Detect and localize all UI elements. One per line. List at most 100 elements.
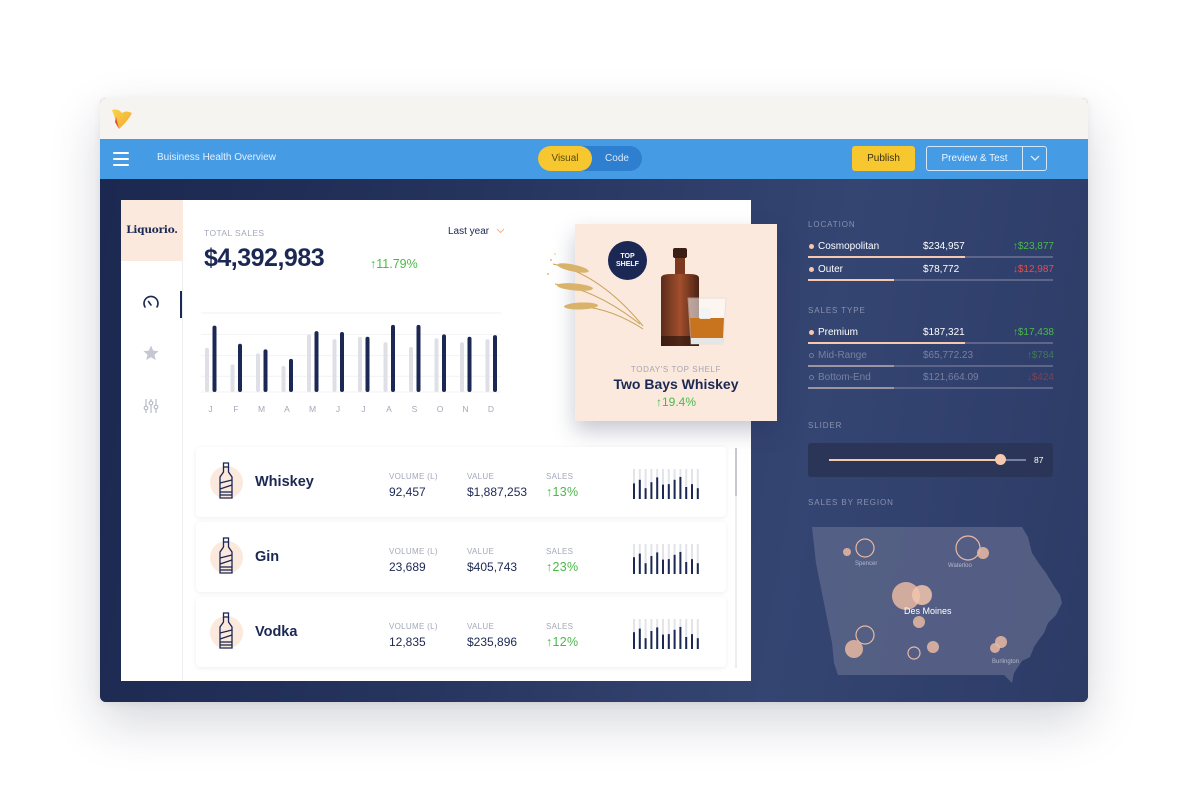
bar-previous[interactable]	[409, 346, 413, 392]
spark-bar	[685, 562, 688, 574]
menu-icon[interactable]	[113, 152, 129, 166]
x-tick-label: J	[336, 404, 340, 414]
sales-change: ↑12%	[546, 635, 579, 649]
volume-label: VOLUME (L)	[389, 622, 438, 631]
filter-item-mid-range[interactable]: Mid-Range $65,772.23 ↑$784	[808, 350, 1054, 372]
bar-current[interactable]	[238, 343, 242, 392]
sales-change: ↑23%	[546, 560, 579, 574]
unselected-dot-icon[interactable]	[809, 375, 814, 380]
bar-current[interactable]	[365, 336, 370, 392]
preview-test-label[interactable]: Preview & Test	[927, 147, 1022, 170]
bottle-icon-wrap	[210, 462, 243, 499]
bar-previous[interactable]	[205, 347, 209, 392]
selected-dot-icon[interactable]	[809, 330, 814, 335]
spark-bar	[679, 551, 682, 574]
selected-dot-icon[interactable]	[809, 244, 814, 249]
mode-visual[interactable]: Visual	[538, 146, 592, 171]
filter-item-outer[interactable]: Outer $78,772 ↓$12,987	[808, 264, 1054, 286]
share-fill	[808, 364, 894, 367]
bubble[interactable]	[913, 616, 925, 628]
whiskey-glass-illustration	[687, 297, 727, 345]
x-tick-label: J	[208, 404, 212, 414]
bottle-icon	[219, 462, 233, 499]
product-row-whiskey[interactable]: Whiskey VOLUME (L) 92,457 VALUE $1,887,2…	[196, 447, 726, 517]
badge-line-1: TOP	[620, 253, 635, 260]
filter-change: ↓$424	[1026, 372, 1054, 383]
bar-current[interactable]	[493, 335, 497, 392]
spark-bar	[662, 484, 664, 499]
filter-label: Bottom-End	[818, 372, 871, 383]
sidebar	[121, 261, 183, 681]
brand-logo: Liquorio.	[121, 200, 183, 261]
bar-previous[interactable]	[307, 334, 311, 392]
bar-current[interactable]	[263, 349, 268, 392]
spark-bar	[644, 638, 647, 649]
volume-value: 12,835	[389, 635, 426, 649]
x-tick-label: A	[284, 404, 290, 414]
bar-current[interactable]	[212, 325, 217, 392]
spark-bar	[662, 634, 664, 649]
filter-change: ↓$12,987	[1012, 264, 1054, 275]
bar-current[interactable]	[289, 358, 293, 392]
bar-previous[interactable]	[434, 338, 439, 392]
bar-current[interactable]	[467, 336, 472, 392]
bubble[interactable]	[843, 548, 851, 556]
bar-current[interactable]	[340, 331, 344, 392]
bar-current[interactable]	[416, 324, 421, 392]
slider-thumb[interactable]	[994, 454, 1006, 465]
bar-previous[interactable]	[358, 336, 362, 392]
selected-dot-icon[interactable]	[809, 267, 814, 272]
featured-product-card[interactable]: TOP SHELF TODAY'S TOP SHELF Two Bays Whi…	[547, 224, 777, 421]
bar-current[interactable]	[314, 331, 319, 392]
bubble[interactable]	[912, 585, 932, 605]
product-row-vodka[interactable]: Vodka VOLUME (L) 12,835 VALUE $235,896 S…	[196, 597, 726, 667]
preview-test-button[interactable]: Preview & Test	[926, 146, 1047, 171]
bar-previous[interactable]	[281, 365, 286, 392]
x-tick-label: M	[258, 404, 265, 414]
publish-button[interactable]: Publish	[852, 146, 915, 171]
sales-label: SALES	[546, 622, 574, 631]
bubble[interactable]	[990, 643, 1000, 653]
filter-item-bottom-end[interactable]: Bottom-End $121,664.09 ↓$424	[808, 372, 1054, 394]
bubble[interactable]	[977, 547, 989, 559]
star-icon[interactable]	[142, 344, 160, 362]
mode-toggle[interactable]: Visual Code	[538, 146, 642, 171]
chevron-down-icon[interactable]	[1023, 147, 1047, 170]
bar-previous[interactable]	[383, 342, 388, 392]
spark-bar	[696, 488, 699, 499]
chevron-down-icon[interactable]	[496, 228, 505, 234]
bar-previous[interactable]	[460, 342, 464, 392]
spark-bar	[673, 479, 676, 499]
dashboard-gauge-icon[interactable]	[142, 294, 160, 312]
mode-code[interactable]: Code	[592, 146, 642, 171]
spark-bar	[685, 637, 688, 649]
period-label[interactable]: Last year	[448, 226, 489, 237]
product-row-gin[interactable]: Gin VOLUME (L) 23,689 VALUE $405,743 SAL…	[196, 522, 726, 592]
spark-bar	[696, 638, 699, 649]
list-scrollbar-thumb[interactable]	[735, 448, 737, 496]
spark-bar	[696, 563, 699, 574]
slider-section-title: SLIDER	[808, 421, 843, 430]
bar-previous[interactable]	[332, 339, 337, 392]
value-label: VALUE	[467, 622, 495, 631]
bar-previous[interactable]	[485, 339, 490, 392]
volume-value: 92,457	[389, 485, 426, 499]
filter-item-premium[interactable]: Premium $187,321 ↑$17,438	[808, 327, 1054, 349]
bar-previous[interactable]	[230, 364, 235, 392]
unselected-dot-icon[interactable]	[809, 352, 814, 358]
volume-value: 23,689	[389, 560, 426, 574]
period-dropdown[interactable]: Last year	[448, 226, 505, 237]
sliders-filter-icon[interactable]	[142, 397, 160, 415]
bottle-icon	[219, 537, 233, 574]
bar-previous[interactable]	[256, 353, 260, 392]
filter-item-cosmopolitan[interactable]: Cosmopolitan $234,957 ↑$23,877	[808, 241, 1054, 263]
bubble[interactable]	[927, 641, 939, 653]
x-tick-label: S	[412, 404, 418, 414]
slider-fill	[829, 459, 1001, 461]
spark-bar	[673, 629, 676, 649]
bubble[interactable]	[845, 640, 863, 658]
bar-current[interactable]	[391, 324, 395, 392]
city-label-burlington: Burlington	[992, 659, 1019, 665]
value-value: $1,887,253	[467, 485, 528, 499]
bar-current[interactable]	[442, 334, 446, 392]
